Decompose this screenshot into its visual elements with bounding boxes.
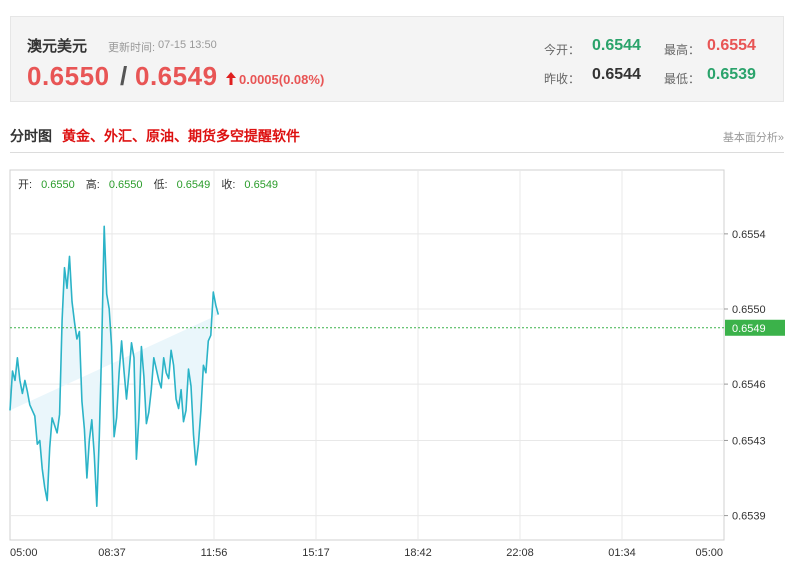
stat-open-label: 今开：	[544, 43, 581, 57]
close-value: 0.6549	[244, 179, 279, 191]
y-tick-label: 0.6543	[732, 435, 766, 447]
section-divider	[10, 152, 784, 153]
intraday-chart[interactable]: 0.6554 0.6550 0.6546 0.6543 0.6539 05:00 08:3…	[0, 160, 800, 560]
update-time: 07-15 13:50	[158, 39, 217, 51]
y-axis: 0.6554 0.6550 0.6546 0.6543 0.6539	[724, 229, 766, 523]
x-tick-label: 05:00	[10, 547, 38, 559]
stat-prevclose-value: 0.6544	[592, 66, 641, 83]
low-label: 低:	[153, 179, 168, 191]
quote-panel: 澳元美元 更新时间: 07-15 13:50 0.6550 / 0.6549 0…	[10, 16, 784, 102]
low-value: 0.6549	[176, 179, 211, 191]
ohlc-legend: 开: 0.6550 高: 0.6550 低: 0.6549 收: 0.6549	[18, 176, 278, 192]
symbol-name: 澳元美元	[27, 38, 88, 55]
x-tick-label: 05:00	[695, 547, 723, 559]
ad-link[interactable]: 黄金、外汇、原油、期货多空提醒软件	[62, 126, 300, 146]
close-label: 收:	[221, 179, 236, 191]
high-value: 0.6550	[108, 179, 143, 191]
plot-frame	[9, 169, 725, 541]
current-price-tag: 0.6549	[725, 319, 785, 336]
stat-low-label: 最低：	[664, 72, 701, 86]
y-tick-label: 0.6554	[732, 229, 766, 241]
x-tick-label: 11:56	[201, 547, 228, 559]
up-arrow-icon	[226, 72, 236, 85]
ask-price: 0.6549	[135, 61, 218, 91]
bid-price: 0.6550	[27, 61, 110, 91]
price-change: 0.0005(0.08%)	[239, 72, 325, 87]
y-tick-label: 0.6550	[732, 304, 766, 316]
x-tick-label: 08:37	[98, 547, 126, 559]
x-tick-label: 01:34	[608, 547, 636, 559]
section-title: 分时图	[10, 128, 52, 144]
stat-prevclose-label: 昨收：	[544, 72, 581, 86]
price-separator: /	[120, 61, 128, 91]
x-axis: 05:00 08:37 11:56 15:17 18:42 22:08 01:34 05:00	[10, 547, 723, 559]
x-tick-label: 15:17	[302, 547, 330, 559]
update-label: 更新时间:	[108, 42, 156, 54]
current-price-label: 0.6549	[732, 323, 766, 335]
stat-high-value: 0.6554	[707, 37, 756, 54]
y-tick-label: 0.6546	[732, 379, 766, 391]
high-label: 高:	[85, 179, 100, 191]
stat-open-value: 0.6544	[592, 37, 641, 54]
stat-low-value: 0.6539	[707, 66, 756, 83]
open-label: 开:	[18, 179, 33, 191]
x-tick-label: 22:08	[506, 547, 534, 559]
y-tick-label: 0.6539	[732, 511, 766, 523]
chart-grid	[9, 169, 725, 541]
open-value: 0.6550	[41, 179, 75, 191]
fundamental-analysis-link[interactable]: 基本面分析»	[723, 129, 784, 145]
x-tick-label: 18:42	[404, 547, 432, 559]
stat-high-label: 最高：	[664, 43, 701, 57]
